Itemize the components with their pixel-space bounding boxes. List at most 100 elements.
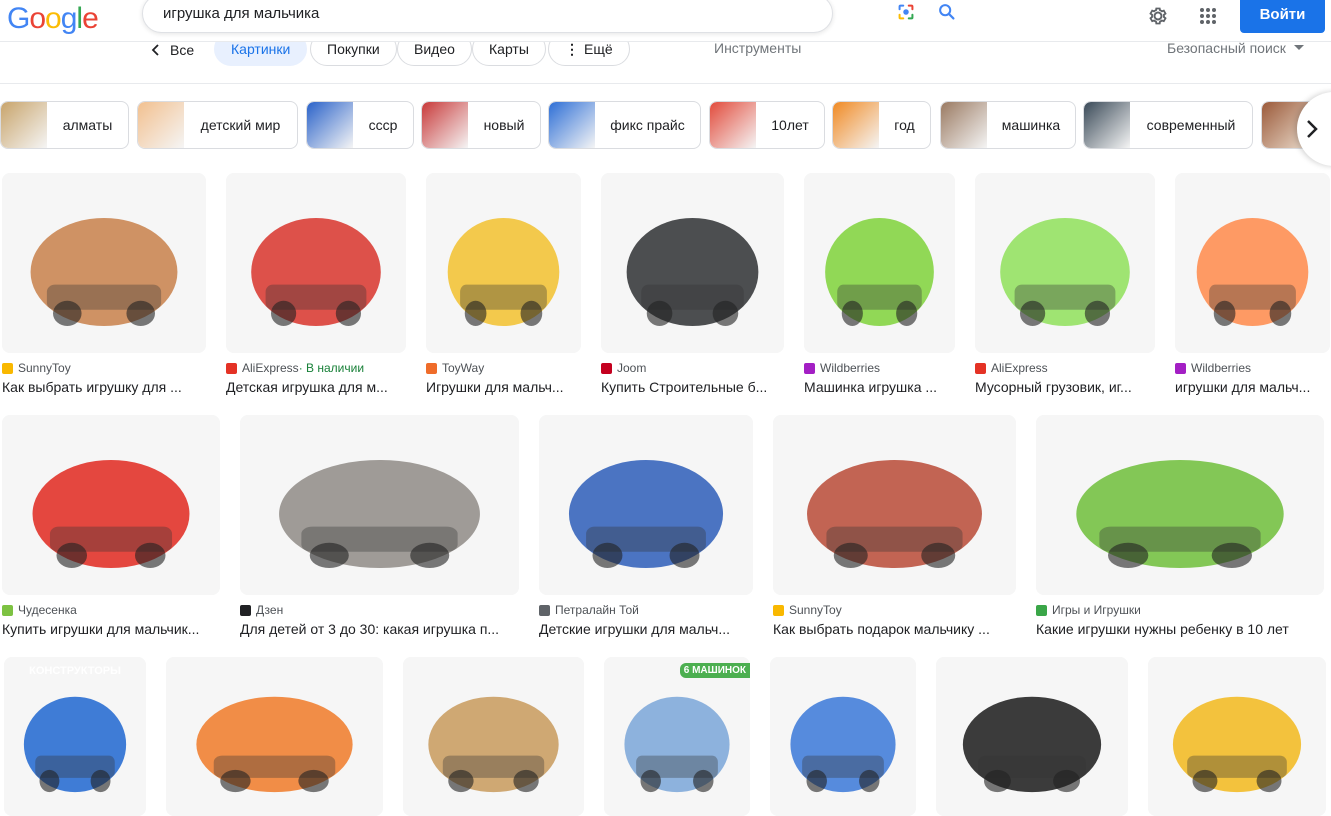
search-box[interactable]	[142, 0, 955, 33]
result-title[interactable]: Какие игрушки нужны ребенку в 10 лет	[1036, 621, 1320, 637]
result-title[interactable]: Детские игрушки для мальч...	[539, 621, 749, 637]
result-thumbnail[interactable]	[2, 173, 206, 353]
search-input[interactable]	[163, 5, 733, 22]
site-favicon-icon	[240, 604, 251, 616]
availability-status: · В наличии	[298, 361, 365, 375]
chip-thumbnail	[138, 102, 184, 148]
top-bar: Google Войти	[0, 0, 1331, 42]
result-thumbnail[interactable]	[936, 657, 1128, 816]
result-thumbnail[interactable]	[240, 415, 519, 595]
site-favicon-icon	[1175, 362, 1186, 374]
related-chip[interactable]: ссср	[306, 101, 414, 149]
source-name: ToyWay	[442, 361, 485, 375]
result-source[interactable]: Joom	[601, 361, 646, 375]
result-title[interactable]: игрушки для мальч...	[1175, 379, 1326, 395]
site-favicon-icon	[601, 362, 612, 374]
result-thumbnail[interactable]	[773, 415, 1016, 595]
settings-icon[interactable]	[1146, 4, 1170, 28]
source-name: Чудесенка	[18, 603, 77, 617]
chip-label: фикс прайс	[610, 117, 685, 133]
result-source[interactable]: SunnyToy	[2, 361, 71, 375]
result-title[interactable]: Детская игрушка для м...	[226, 379, 402, 395]
result-thumbnail[interactable]	[604, 657, 750, 816]
chip-label: новый	[483, 117, 525, 133]
result-source[interactable]: AliExpress · В наличии	[226, 361, 364, 375]
chip-thumbnail	[1084, 102, 1130, 148]
result-title[interactable]: Игрушки для мальч...	[426, 379, 577, 395]
result-thumbnail[interactable]	[770, 657, 916, 816]
result-thumbnail[interactable]	[226, 173, 406, 353]
chip-thumbnail	[941, 102, 987, 148]
chip-thumbnail	[549, 102, 595, 148]
result-title[interactable]: Как выбрать игрушку для ...	[2, 379, 202, 395]
site-favicon-icon	[226, 362, 237, 374]
result-source[interactable]: Wildberries	[1175, 361, 1251, 375]
related-chip[interactable]: алматы	[0, 101, 129, 149]
site-favicon-icon	[975, 362, 986, 374]
tools-button[interactable]: Инструменты	[714, 40, 801, 56]
result-source[interactable]: ToyWay	[426, 361, 484, 375]
chevron-left-icon	[151, 44, 159, 56]
source-name: Дзен	[256, 603, 284, 617]
source-name: Wildberries	[1191, 361, 1252, 375]
related-chip[interactable]: год	[832, 101, 931, 149]
more-vert-icon: ⋮	[565, 40, 579, 57]
result-title[interactable]: Мусорный грузовик, иг...	[975, 379, 1151, 395]
chip-thumbnail	[833, 102, 879, 148]
source-name: SunnyToy	[789, 603, 842, 617]
result-thumbnail[interactable]	[426, 173, 581, 353]
google-lens-icon[interactable]	[895, 1, 917, 23]
related-chip[interactable]: новый	[421, 101, 541, 149]
chip-label: алматы	[62, 117, 113, 133]
tab-maps-label: Карты	[489, 41, 529, 57]
result-source[interactable]: Wildberries	[804, 361, 880, 375]
result-title[interactable]: Купить игрушки для мальчик...	[2, 621, 216, 637]
result-source[interactable]: Дзен	[240, 603, 283, 617]
related-chip[interactable]: фикс прайс	[548, 101, 701, 149]
result-source[interactable]: Игры и Игрушки	[1036, 603, 1141, 617]
signin-button[interactable]: Войти	[1240, 0, 1325, 33]
tab-images-label: Картинки	[231, 41, 291, 57]
result-source[interactable]: Петралайн Той	[539, 603, 639, 617]
result-title[interactable]: Для детей от 3 до 30: какая игрушка п...	[240, 621, 515, 637]
result-thumbnail[interactable]	[166, 657, 383, 816]
chevron-right-icon	[1307, 120, 1318, 138]
result-thumbnail[interactable]	[4, 657, 146, 816]
result-thumbnail[interactable]	[975, 173, 1155, 353]
result-thumbnail[interactable]	[403, 657, 584, 816]
site-favicon-icon	[2, 604, 13, 616]
result-thumbnail[interactable]	[601, 173, 784, 353]
tab-more-label: Ещё	[584, 41, 613, 57]
chip-label: современный	[1146, 117, 1236, 133]
related-chip[interactable]: 10лет	[709, 101, 825, 149]
result-thumbnail[interactable]	[539, 415, 753, 595]
tab-videos-label: Видео	[414, 41, 455, 57]
site-favicon-icon	[539, 604, 550, 616]
result-source[interactable]: Чудесенка	[2, 603, 77, 617]
result-title[interactable]: Машинка игрушка ...	[804, 379, 951, 395]
apps-grid-icon[interactable]	[1196, 4, 1220, 28]
related-chip[interactable]: детский мир	[137, 101, 298, 149]
tab-shopping-label: Покупки	[327, 41, 380, 57]
chip-label: машинка	[1001, 117, 1061, 133]
tab-all-label: Все	[170, 42, 195, 58]
result-thumbnail[interactable]	[1175, 173, 1330, 353]
search-icon[interactable]	[936, 1, 958, 23]
result-thumbnail[interactable]	[2, 415, 220, 595]
site-favicon-icon	[804, 362, 815, 374]
related-chip[interactable]: современный	[1083, 101, 1253, 149]
result-thumbnail[interactable]	[1036, 415, 1324, 595]
result-title[interactable]: Как выбрать подарок мальчику ...	[773, 621, 1012, 637]
chip-thumbnail	[307, 102, 353, 148]
result-thumbnail[interactable]	[804, 173, 955, 353]
site-favicon-icon	[773, 604, 784, 616]
related-chip[interactable]: машинка	[940, 101, 1076, 149]
safesearch-button[interactable]: Безопасный поиск	[1167, 40, 1304, 56]
thumbnail-overlay-text: КОНСТРУКТОРЫ	[29, 665, 121, 677]
result-source[interactable]: SunnyToy	[773, 603, 842, 617]
result-thumbnail[interactable]	[1148, 657, 1326, 816]
google-logo[interactable]: Google	[7, 2, 99, 36]
result-title[interactable]: Купить Строительные б...	[601, 379, 780, 395]
related-searches: алматы детский мир ссср новый фикс прайс 10ле…	[0, 101, 1331, 149]
result-source[interactable]: AliExpress	[975, 361, 1048, 375]
